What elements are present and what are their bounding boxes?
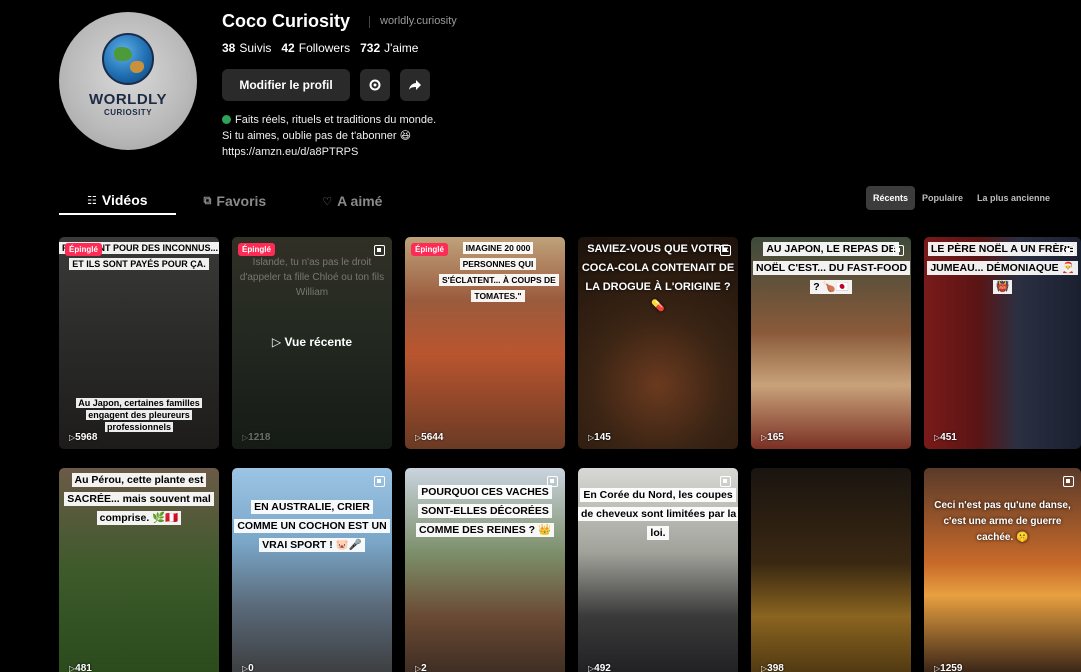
view-count: 0 <box>242 663 254 672</box>
stat-following[interactable]: 38 Suivis <box>222 41 271 55</box>
view-count: 1218 <box>242 432 270 443</box>
video-card[interactable]: Épinglé PLEURENT POUR DES INCONNUS... ET… <box>59 237 219 449</box>
image-post-icon <box>374 245 385 256</box>
pinned-badge: Épinglé <box>411 243 448 256</box>
share-arrow-icon <box>409 80 421 90</box>
grid-icon: ☷ <box>87 194 97 207</box>
video-caption: AU JAPON, LE REPAS DE NOËL C'EST... DU F… <box>753 242 911 294</box>
profile-name: Coco Curiosity <box>222 11 351 31</box>
tab-videos[interactable]: ☷ Vidéos <box>59 187 176 215</box>
profile-handle: worldly.curiosity <box>380 15 457 27</box>
bio-link[interactable]: https://amzn.eu/d/a8PTRPS <box>222 144 436 160</box>
globe-logo-icon <box>102 33 154 85</box>
settings-button[interactable] <box>360 69 390 101</box>
tab-favorites[interactable]: ⧉ Favoris <box>176 187 295 215</box>
image-post-icon <box>893 245 904 256</box>
image-post-icon <box>1063 245 1074 256</box>
avatar[interactable]: WORLDLY CURIOSITY <box>59 12 197 150</box>
video-caption: Au Pérou, cette plante est SACRÉE... mai… <box>64 473 214 525</box>
stat-followers[interactable]: 42 Followers <box>281 41 350 55</box>
view-count: 145 <box>588 432 611 443</box>
sort-recent[interactable]: Récents <box>866 186 916 210</box>
view-count: 165 <box>761 432 784 443</box>
video-card[interactable]: AU JAPON, LE REPAS DE NOËL C'EST... DU F… <box>751 237 911 449</box>
pinned-badge: Épinglé <box>238 243 275 256</box>
sort-selector: Récents Populaire La plus ancienne <box>866 186 1057 210</box>
heart-icon: ♡ <box>322 195 333 208</box>
tab-liked[interactable]: ♡ A aimé <box>294 187 410 215</box>
bio-line-1: Faits réels, rituels et traditions du mo… <box>235 114 437 126</box>
profile-bio: Faits réels, rituels et traditions du mo… <box>222 112 436 160</box>
video-caption: SAVIEZ-VOUS QUE VOTRE COCA-COLA CONTENAI… <box>581 243 735 312</box>
video-caption: En Corée du Nord, les coupes de cheveux … <box>578 488 738 540</box>
view-count: 451 <box>934 432 957 443</box>
view-count: 5644 <box>415 432 443 443</box>
image-post-icon <box>1063 476 1074 487</box>
video-card[interactable]: Au Pérou, cette plante est SACRÉE... mai… <box>59 468 219 672</box>
video-card[interactable]: Ceci n'est pas qu'une danse, c'est une a… <box>924 468 1081 672</box>
name-divider <box>369 16 370 28</box>
edit-profile-button[interactable]: Modifier le profil <box>222 69 350 101</box>
share-profile-button[interactable] <box>400 69 430 101</box>
video-card[interactable]: 398 <box>751 468 911 672</box>
bookmark-icon: ⧉ <box>203 194 212 207</box>
video-card[interactable]: Épinglé Islande, tu n'as pas le droit d'… <box>232 237 392 449</box>
video-caption: EN AUSTRALIE, CRIER COMME UN COCHON EST … <box>234 500 390 552</box>
sort-popular[interactable]: Populaire <box>915 186 970 210</box>
view-count: 1259 <box>934 663 962 672</box>
video-caption: LE PÈRE NOËL A UN FRÈRE JUMEAU... DÉMONI… <box>927 242 1078 294</box>
globe-emoji-icon <box>222 115 231 124</box>
video-caption: Ceci n'est pas qu'une danse, c'est une a… <box>934 500 1071 543</box>
view-count: 481 <box>69 663 92 672</box>
profile-tabs: ☷ Vidéos ⧉ Favoris ♡ A aimé <box>59 187 410 217</box>
video-card[interactable]: Épinglé IMAGINE 20 000 PERSONNES QUI S'É… <box>405 237 565 449</box>
view-count: 2 <box>415 663 427 672</box>
video-card[interactable]: SAVIEZ-VOUS QUE VOTRE COCA-COLA CONTENAI… <box>578 237 738 449</box>
sort-oldest[interactable]: La plus ancienne <box>970 186 1057 210</box>
bio-line-2: Si tu aimes, oublie pas de t'abonner 😆 <box>222 130 412 142</box>
video-caption: Islande, tu n'as pas le droit d'appeler … <box>239 257 385 298</box>
image-post-icon <box>374 476 385 487</box>
image-post-icon <box>720 245 731 256</box>
gear-icon <box>369 79 381 91</box>
view-count: 492 <box>588 663 611 672</box>
video-caption: IMAGINE 20 000 PERSONNES QUI S'ÉCLATENT.… <box>439 242 559 302</box>
video-card[interactable]: LE PÈRE NOËL A UN FRÈRE JUMEAU... DÉMONI… <box>924 237 1081 449</box>
pinned-badge: Épinglé <box>65 243 102 256</box>
avatar-logo-title: WORLDLY <box>89 91 167 108</box>
video-card[interactable]: POURQUOI CES VACHES SONT-ELLES DÉCORÉES … <box>405 468 565 672</box>
video-card[interactable]: EN AUSTRALIE, CRIER COMME UN COCHON EST … <box>232 468 392 672</box>
image-post-icon <box>547 476 558 487</box>
view-count: 398 <box>761 663 784 672</box>
video-caption: POURQUOI CES VACHES SONT-ELLES DÉCORÉES … <box>415 485 555 537</box>
video-card[interactable]: En Corée du Nord, les coupes de cheveux … <box>578 468 738 672</box>
recently-viewed-label: ▷ Vue récente <box>271 335 353 349</box>
avatar-logo-subtitle: CURIOSITY <box>103 108 153 117</box>
stat-likes: 732 J'aime <box>360 41 419 55</box>
profile-stats: 38 Suivis 42 Followers 732 J'aime <box>222 41 418 55</box>
video-bottom-caption: Au Japon, certaines familles engagent de… <box>76 398 202 432</box>
view-count: 5968 <box>69 432 97 443</box>
video-grid: Épinglé PLEURENT POUR DES INCONNUS... ET… <box>59 237 1081 672</box>
image-post-icon <box>720 476 731 487</box>
